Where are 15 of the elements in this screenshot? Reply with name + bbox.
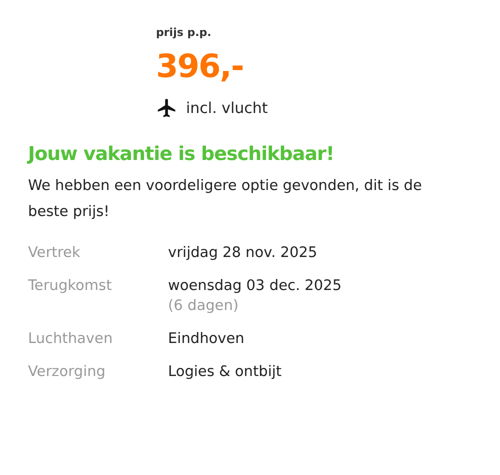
detail-label: Verzorging	[28, 364, 106, 380]
availability-title: Jouw vakantie is beschikbaar!	[28, 143, 336, 165]
detail-value: Logies & ontbijt	[168, 364, 283, 380]
detail-value: vrijdag 28 nov. 2025	[168, 245, 318, 261]
airplane-icon	[156, 97, 178, 119]
detail-value: woensdag 03 dec. 2025	[168, 278, 343, 294]
price-label: prijs p.p.	[156, 26, 212, 39]
detail-label: Luchthaven	[28, 331, 114, 347]
price-amount: 396,-	[156, 47, 244, 85]
detail-label: Vertrek	[28, 245, 82, 261]
duration-note: (6 dagen)	[168, 298, 240, 314]
flight-label: incl. vlucht	[186, 99, 268, 117]
availability-message: We hebben een voordeligere optie gevonden, dit is de beste prijs!	[28, 177, 423, 222]
detail-value: Eindhoven	[168, 331, 246, 347]
detail-label: Terugkomst	[28, 278, 113, 296]
